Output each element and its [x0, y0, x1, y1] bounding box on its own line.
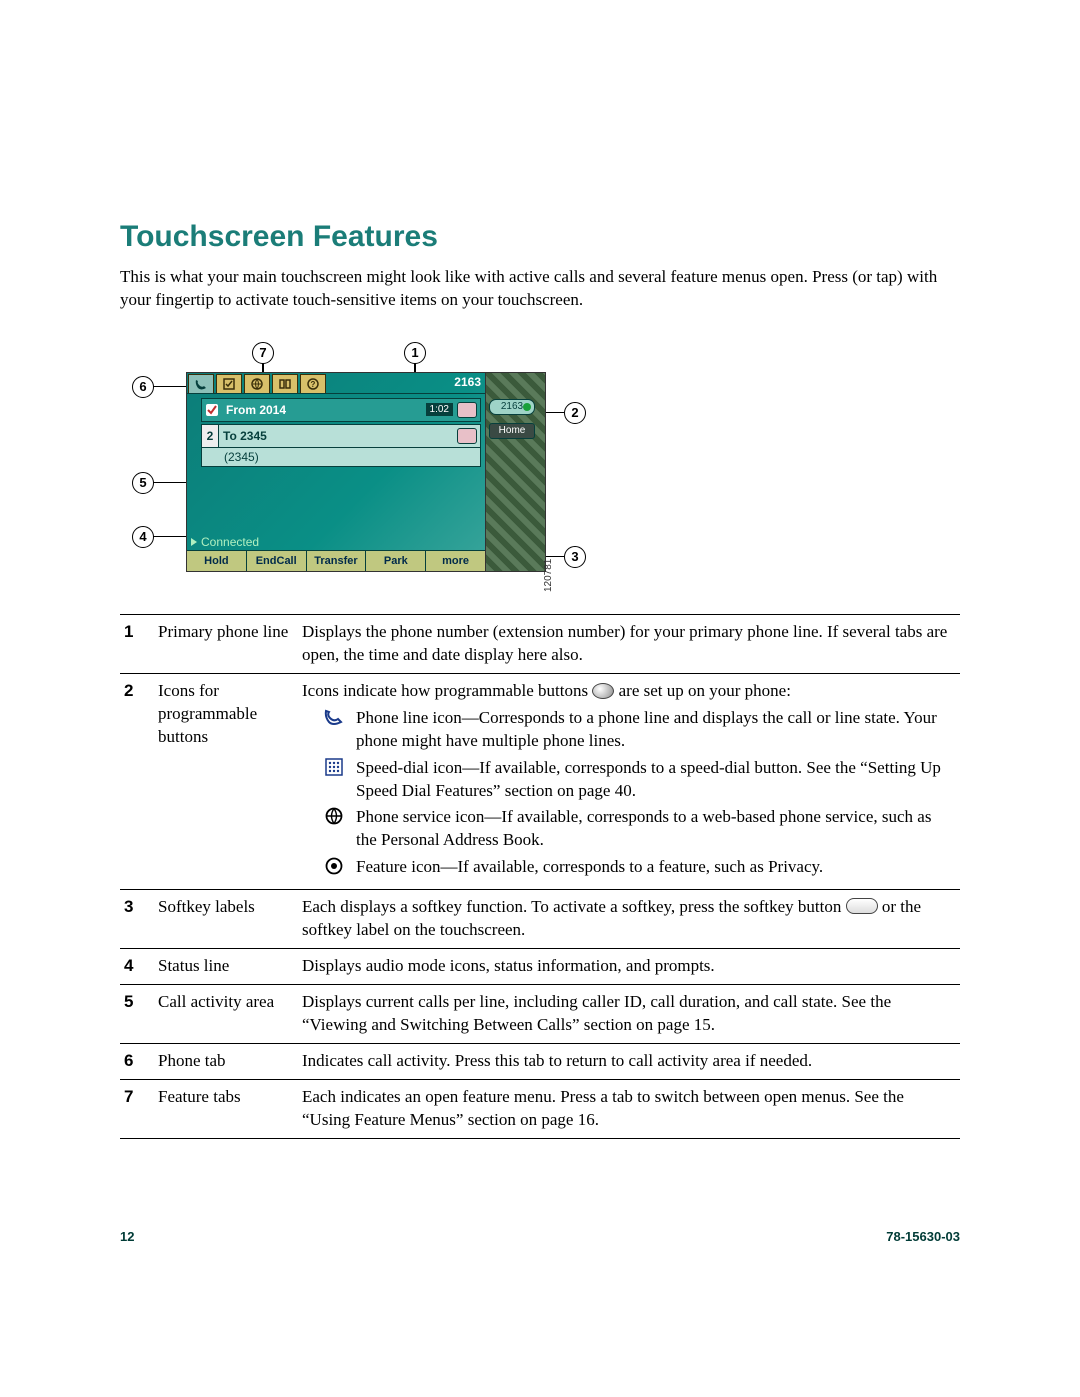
call-row-1-duration: 1:02 [426, 403, 453, 416]
callout-3: 3 [564, 546, 586, 568]
table-row: 3 Softkey labels Each displays a softkey… [120, 890, 960, 949]
row-num: 4 [120, 949, 154, 985]
row-num: 7 [120, 1079, 154, 1138]
call-activity-area: From 2014 1:02 2 To 2345 (2345) [201, 398, 481, 467]
callout-7: 7 [252, 342, 274, 364]
row-num: 3 [120, 890, 154, 949]
softkey-hold[interactable]: Hold [187, 551, 247, 571]
primary-extension: 2163 [454, 375, 481, 389]
globe-icon [322, 806, 346, 826]
softkey-park[interactable]: Park [366, 551, 426, 571]
table-row: 6 Phone tab Indicates call activity. Pre… [120, 1043, 960, 1079]
softkey-more[interactable]: more [426, 551, 485, 571]
row-name: Primary phone line [154, 614, 298, 673]
icon-desc: Phone service icon—If available, corresp… [356, 806, 952, 852]
feature-tab-2[interactable] [244, 374, 270, 393]
call-row-1[interactable]: From 2014 1:02 [201, 398, 481, 422]
softkey-button-icon [846, 898, 878, 914]
call-row-2-text: To 2345 [219, 429, 457, 443]
row-name: Call activity area [154, 985, 298, 1044]
page-title: Touchscreen Features [120, 220, 960, 254]
status-line: Connected [191, 535, 259, 549]
icon-desc: Phone line icon—Corresponds to a phone l… [356, 707, 952, 753]
status-text: Connected [201, 535, 259, 549]
handset-icon [457, 402, 477, 418]
row-num: 1 [120, 614, 154, 673]
call-row-2[interactable]: 2 To 2345 [201, 424, 481, 448]
row-name: Feature tabs [154, 1079, 298, 1138]
table-row: 5 Call activity area Displays current ca… [120, 985, 960, 1044]
table-row: 2 Icons for programmable buttons Icons i… [120, 673, 960, 890]
icon-desc: Speed-dial icon—If available, correspond… [356, 757, 952, 803]
touchscreen-figure: 1 2 3 4 5 6 7 [126, 342, 646, 592]
row-num: 6 [120, 1043, 154, 1079]
row-num: 2 [120, 673, 154, 890]
callout-5: 5 [132, 472, 154, 494]
play-icon [191, 538, 197, 546]
figure-id: 120781 [543, 559, 554, 592]
callout-2: 2 [564, 402, 586, 424]
call-row-2-sub: (2345) [201, 448, 481, 467]
line-button-1[interactable]: 2163 [489, 399, 535, 415]
check-icon [205, 403, 219, 417]
feature-icon [322, 856, 346, 876]
callout-6: 6 [132, 376, 154, 398]
table-row: 7 Feature tabs Each indicates an open fe… [120, 1079, 960, 1138]
feature-tab-4[interactable]: ? [300, 374, 326, 393]
document-id: 78-15630-03 [886, 1229, 960, 1244]
call-row-1-text: From 2014 [222, 403, 426, 417]
line-button-home[interactable]: Home [489, 423, 535, 439]
softkey-transfer[interactable]: Transfer [307, 551, 367, 571]
speed-dial-icon [322, 757, 346, 777]
row-desc: Displays audio mode icons, status inform… [298, 949, 960, 985]
callout-1: 1 [404, 342, 426, 364]
handset-icon [457, 428, 477, 444]
row-desc: Indicates call activity. Press this tab … [298, 1043, 960, 1079]
feature-tab-3[interactable] [272, 374, 298, 393]
features-table: 1 Primary phone line Displays the phone … [120, 614, 960, 1139]
page-footer: 12 78-15630-03 [120, 1229, 960, 1244]
softkey-endcall[interactable]: EndCall [247, 551, 307, 571]
row-desc: Displays current calls per line, includi… [298, 985, 960, 1044]
phone-tab[interactable] [188, 374, 214, 393]
row-num: 5 [120, 985, 154, 1044]
table-row: 1 Primary phone line Displays the phone … [120, 614, 960, 673]
table-row: 4 Status line Displays audio mode icons,… [120, 949, 960, 985]
programmable-button-icon [592, 683, 614, 699]
icon-desc: Feature icon—If available, corresponds t… [356, 856, 823, 879]
phone-screen: ? 2163 2163 Home From 2014 1:02 2 To 234… [186, 372, 486, 572]
softkey-bar: Hold EndCall Transfer Park more [187, 550, 485, 571]
callout-4: 4 [132, 526, 154, 548]
row-desc: Each displays a softkey function. To act… [298, 890, 960, 949]
phone-line-icon [322, 707, 346, 727]
row-desc: Icons indicate how programmable buttons … [298, 673, 960, 890]
row-name: Status line [154, 949, 298, 985]
page-number: 12 [120, 1229, 134, 1244]
feature-tabs-row: ? [187, 373, 485, 394]
intro-paragraph: This is what your main touchscreen might… [120, 266, 960, 312]
row-name: Phone tab [154, 1043, 298, 1079]
row-name: Icons for programmable buttons [154, 673, 298, 890]
row-name: Softkey labels [154, 890, 298, 949]
row-desc: Displays the phone number (extension num… [298, 614, 960, 673]
svg-text:?: ? [311, 380, 316, 389]
feature-tab-1[interactable] [216, 374, 242, 393]
row-desc: Each indicates an open feature menu. Pre… [298, 1079, 960, 1138]
call-row-2-index: 2 [202, 425, 219, 447]
